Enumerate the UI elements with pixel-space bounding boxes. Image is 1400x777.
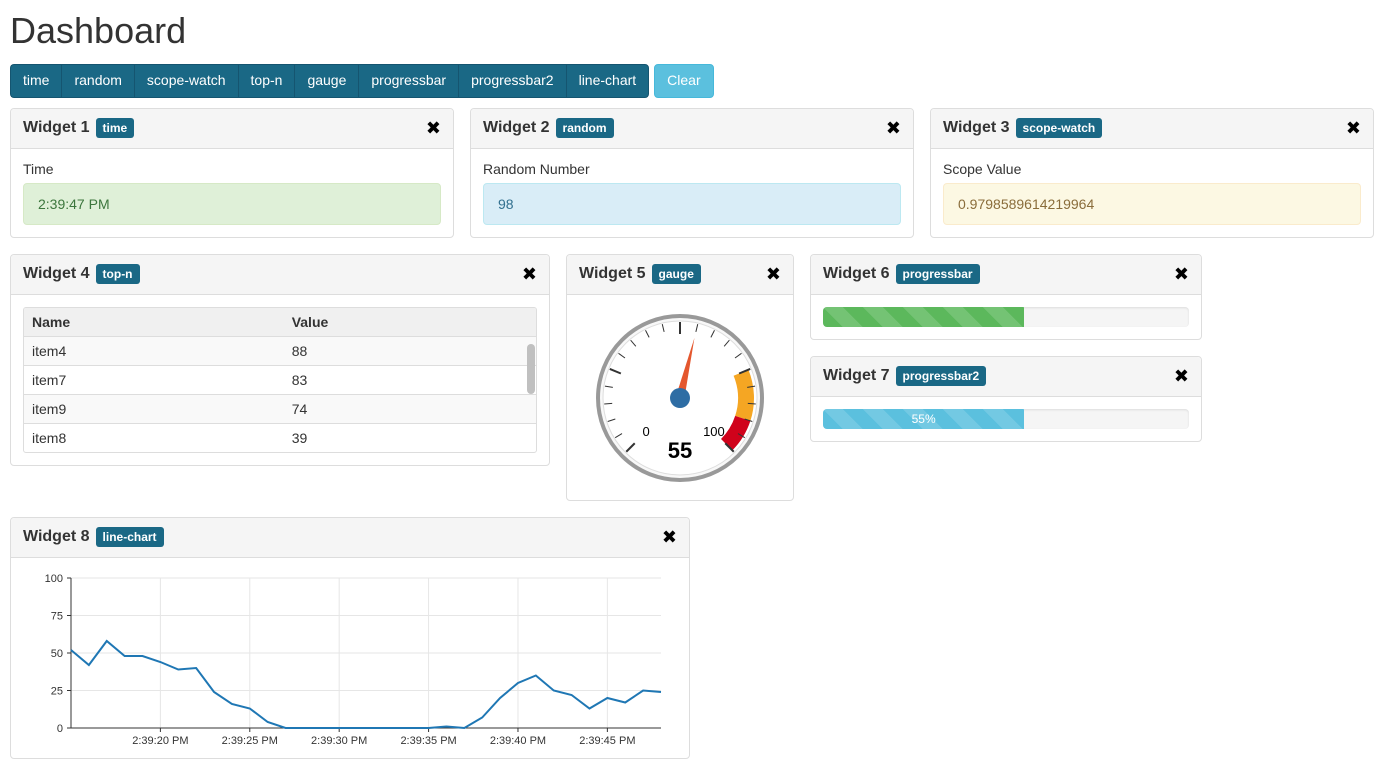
progress-track [823,307,1189,327]
svg-text:0: 0 [57,723,63,735]
column-header-value[interactable]: Value [284,308,536,337]
widget-title: Widget 4 [23,265,90,283]
widget-header[interactable]: Widget 5 gauge ✖ [567,255,793,295]
progress-track: 55% [823,409,1189,429]
table-row: item839 [24,423,536,452]
widget-random: Widget 2 random ✖ Random Number 98 [470,108,914,238]
widgets-container: Widget 1 time ✖ Time 2:39:47 PM Widget 2… [10,108,1390,759]
table-row: item783 [24,365,536,394]
add-widget-button-time[interactable]: time [10,64,61,98]
widget-badge: time [96,118,135,138]
random-value: 98 [483,183,901,225]
close-icon[interactable]: ✖ [1346,118,1361,139]
close-icon[interactable]: ✖ [766,264,781,285]
widget-time: Widget 1 time ✖ Time 2:39:47 PM [10,108,454,238]
widget-top-n: Widget 4 top-n ✖ Name Value item488item7… [10,254,550,466]
close-icon[interactable]: ✖ [522,264,537,285]
column-header-name[interactable]: Name [24,308,284,337]
widget-badge: line-chart [96,527,164,547]
widget-title: Widget 1 [23,119,90,137]
scrollbar[interactable] [527,344,535,394]
add-widget-button-progressbar[interactable]: progressbar [358,64,458,98]
widget-title: Widget 7 [823,367,890,385]
widget-badge: top-n [96,264,140,284]
widget-scope-watch: Widget 3 scope-watch ✖ Scope Value 0.979… [930,108,1374,238]
widget-badge: progressbar2 [896,366,987,386]
close-icon[interactable]: ✖ [886,118,901,139]
widget-line-chart: Widget 8 line-chart ✖ 0 25 50 75 100 2:39:20 … [10,517,690,759]
widget-badge: progressbar [896,264,980,284]
widget-header[interactable]: Widget 8 line-chart ✖ [11,518,689,558]
svg-text:0: 0 [642,424,649,439]
add-widget-button-progressbar2[interactable]: progressbar2 [458,64,566,98]
widget-toolbar: timerandomscope-watchtop-ngaugeprogressb… [10,64,1390,98]
scope-value: 0.9798589614219964 [943,183,1361,225]
add-widget-button-scope-watch[interactable]: scope-watch [134,64,238,98]
cell-name: item7 [24,365,284,394]
svg-text:25: 25 [51,685,63,697]
widget-title: Widget 5 [579,265,646,283]
cell-value: 39 [284,423,536,452]
progress-fill [823,307,1024,327]
widget-badge: gauge [652,264,701,284]
field-label: Time [23,161,441,177]
gauge-display: 0 100 55 [567,295,793,500]
svg-text:2:39:45 PM: 2:39:45 PM [579,735,635,747]
table-row: item974 [24,394,536,423]
time-value: 2:39:47 PM [23,183,441,225]
widget-progressbar: Widget 6 progressbar ✖ [810,254,1202,340]
line-chart-display: 0 25 50 75 100 2:39:20 PM 2:39:25 PM 2:39:30 PM… [11,558,689,758]
top-n-table: Name Value item488item783item974item839 [24,308,536,452]
add-widget-button-line-chart[interactable]: line-chart [566,64,650,98]
cell-value: 88 [284,336,536,365]
close-icon[interactable]: ✖ [1174,264,1189,285]
widget-progressbar2: Widget 7 progressbar2 ✖ 55% [810,356,1202,442]
widget-header[interactable]: Widget 4 top-n ✖ [11,255,549,295]
svg-text:2:39:25 PM: 2:39:25 PM [222,735,278,747]
field-label: Scope Value [943,161,1361,177]
svg-text:55: 55 [668,438,692,463]
progress-fill: 55% [823,409,1024,429]
widget-title: Widget 2 [483,119,550,137]
field-label: Random Number [483,161,901,177]
svg-text:100: 100 [45,573,63,585]
svg-text:2:39:20 PM: 2:39:20 PM [132,735,188,747]
widget-header[interactable]: Widget 7 progressbar2 ✖ [811,357,1201,397]
cell-name: item8 [24,423,284,452]
cell-value: 74 [284,394,536,423]
widget-title: Widget 6 [823,265,890,283]
widget-header[interactable]: Widget 6 progressbar ✖ [811,255,1201,295]
widget-header[interactable]: Widget 3 scope-watch ✖ [931,109,1373,149]
widget-header[interactable]: Widget 1 time ✖ [11,109,453,149]
close-icon[interactable]: ✖ [426,118,441,139]
svg-text:100: 100 [703,424,725,439]
widget-title: Widget 3 [943,119,1010,137]
add-widget-button-random[interactable]: random [61,64,133,98]
add-widget-button-gauge[interactable]: gauge [294,64,358,98]
cell-value: 83 [284,365,536,394]
table-row: item488 [24,336,536,365]
close-icon[interactable]: ✖ [662,527,677,548]
page-title: Dashboard [10,10,1390,52]
widget-title: Widget 8 [23,528,90,546]
cell-name: item9 [24,394,284,423]
widget-badge: scope-watch [1016,118,1103,138]
svg-text:75: 75 [51,610,63,622]
svg-text:2:39:40 PM: 2:39:40 PM [490,735,546,747]
widget-button-group: timerandomscope-watchtop-ngaugeprogressb… [10,64,649,98]
add-widget-button-top-n[interactable]: top-n [238,64,295,98]
svg-text:50: 50 [51,648,63,660]
svg-text:2:39:30 PM: 2:39:30 PM [311,735,367,747]
widget-gauge: Widget 5 gauge ✖ 0 100 55 [566,254,794,501]
close-icon[interactable]: ✖ [1174,366,1189,387]
cell-name: item4 [24,336,284,365]
widget-header[interactable]: Widget 2 random ✖ [471,109,913,149]
clear-button[interactable]: Clear [654,64,713,98]
widget-badge: random [556,118,614,138]
svg-text:2:39:35 PM: 2:39:35 PM [400,735,456,747]
